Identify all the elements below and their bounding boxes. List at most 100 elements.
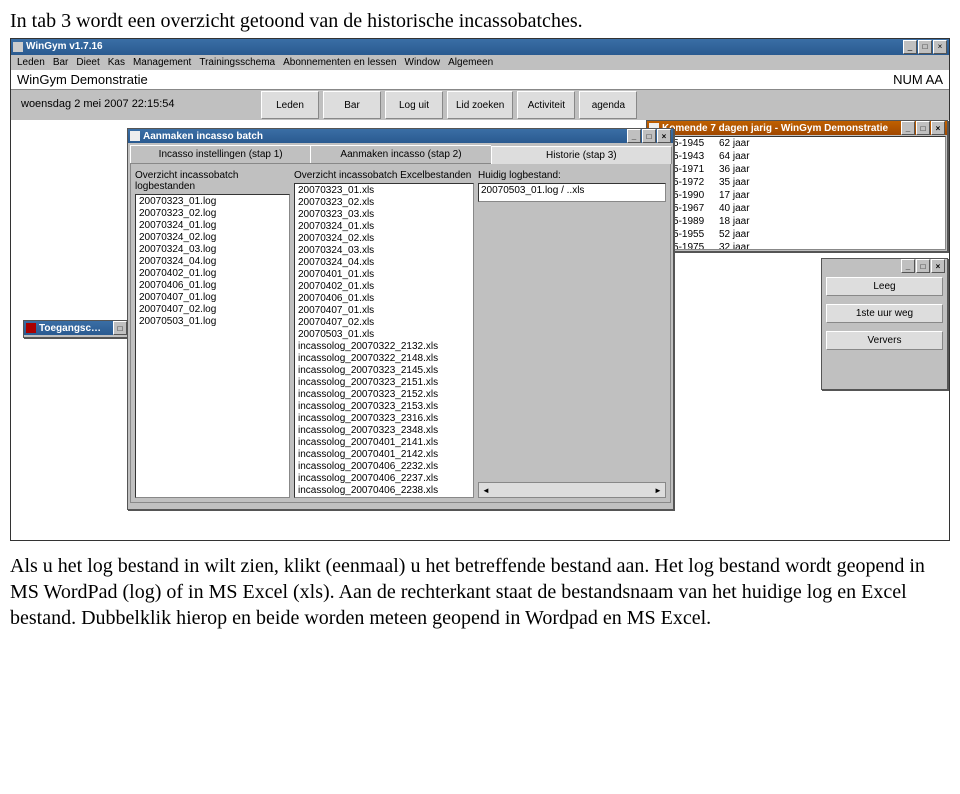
menu-dieet[interactable]: Dieet xyxy=(76,57,99,68)
birthday-row[interactable]: 04-05-199017 jaar xyxy=(649,189,945,202)
xls-file-item[interactable]: incassolog_20070322_2132.xls xyxy=(296,341,472,353)
incasso-max-button[interactable]: □ xyxy=(642,129,656,143)
xls-file-item[interactable]: incassolog_20070323_2348.xls xyxy=(296,425,472,437)
screenshot-container: WinGym v1.7.16 _ □ × Leden Bar Dieet Kas… xyxy=(10,38,950,541)
birthday-row[interactable]: 07-05-195552 jaar xyxy=(649,228,945,241)
xls-file-item[interactable]: 20070406_01.xls xyxy=(296,293,472,305)
menu-abonnementen[interactable]: Abonnementen en lessen xyxy=(283,57,396,68)
xls-file-item[interactable]: incassolog_20070323_2316.xls xyxy=(296,413,472,425)
xls-file-item[interactable]: incassolog_20070323_2153.xls xyxy=(296,401,472,413)
xls-file-item[interactable]: incassolog_20070323_2145.xls xyxy=(296,365,472,377)
toolbar-lidzoeken-button[interactable]: Lid zoeken xyxy=(447,91,513,119)
app-title: WinGym v1.7.16 xyxy=(26,40,903,54)
birthday-row[interactable]: 05-05-198918 jaar xyxy=(649,215,945,228)
birthdays-close-button[interactable]: × xyxy=(931,121,945,135)
log-files-listbox[interactable]: 20070323_01.log20070323_02.log20070324_0… xyxy=(135,194,290,498)
incasso-close-button[interactable]: × xyxy=(657,129,671,143)
xls-file-item[interactable]: 20070407_02.xls xyxy=(296,317,472,329)
side-panel-min-button[interactable]: _ xyxy=(901,259,915,273)
xls-file-item[interactable]: 20070324_02.xls xyxy=(296,233,472,245)
birthday-row[interactable]: 03-05-197136 jaar xyxy=(649,163,945,176)
birthdays-max-button[interactable]: □ xyxy=(916,121,930,135)
log-file-item[interactable]: 20070324_03.log xyxy=(137,244,288,256)
birthday-row[interactable]: 04-05-197235 jaar xyxy=(649,176,945,189)
xls-file-item[interactable]: incassolog_20070322_2148.xls xyxy=(296,353,472,365)
xls-file-item[interactable]: incassolog_20070406_2232.xls xyxy=(296,461,472,473)
birthday-row[interactable]: 07-05-197532 jaar xyxy=(649,241,945,250)
close-button[interactable]: × xyxy=(933,40,947,54)
incasso-min-button[interactable]: _ xyxy=(627,129,641,143)
current-log-textbox[interactable]: 20070503_01.log / ..xls xyxy=(478,183,666,202)
log-file-item[interactable]: 20070324_04.log xyxy=(137,256,288,268)
maximize-button[interactable]: □ xyxy=(918,40,932,54)
minimize-button[interactable]: _ xyxy=(903,40,917,54)
log-file-item[interactable]: 20070323_01.log xyxy=(137,196,288,208)
side-panel-title-bar[interactable]: _ □ × xyxy=(822,259,947,273)
xls-file-item[interactable]: 20070324_04.xls xyxy=(296,257,472,269)
log-file-item[interactable]: 20070407_02.log xyxy=(137,304,288,316)
birthdays-list[interactable]: 02-05-194562 jaar02-05-194364 jaar03-05-… xyxy=(648,136,946,250)
tab-stap2[interactable]: Aanmaken incasso (stap 2) xyxy=(310,145,491,163)
birthdays-min-button[interactable]: _ xyxy=(901,121,915,135)
menu-algemeen[interactable]: Algemeen xyxy=(448,57,493,68)
menu-management[interactable]: Management xyxy=(133,57,191,68)
birthday-row[interactable]: 05-05-196740 jaar xyxy=(649,202,945,215)
tab3-content: Overzicht incassobatch logbestanden 2007… xyxy=(130,164,671,503)
side-panel-max-button[interactable]: □ xyxy=(916,259,930,273)
xls-file-item[interactable]: 20070323_02.xls xyxy=(296,197,472,209)
log-file-item[interactable]: 20070324_01.log xyxy=(137,220,288,232)
ververs-button[interactable]: Ververs xyxy=(826,331,943,350)
log-file-item[interactable]: 20070406_01.log xyxy=(137,280,288,292)
xls-file-item[interactable]: incassolog_20070401_2142.xls xyxy=(296,449,472,461)
toolbar-leden-button[interactable]: Leden xyxy=(261,91,319,119)
tab-stap1[interactable]: Incasso instellingen (stap 1) xyxy=(130,145,311,163)
xls-file-item[interactable]: 20070402_01.xls xyxy=(296,281,472,293)
hscrollbar[interactable]: ◄ ► xyxy=(478,482,666,498)
birthday-age: 52 jaar xyxy=(719,228,750,241)
menu-leden[interactable]: Leden xyxy=(17,57,45,68)
xls-files-listbox[interactable]: 20070323_01.xls20070323_02.xls20070323_0… xyxy=(294,183,474,498)
xls-file-item[interactable]: incassolog_20070323_2151.xls xyxy=(296,377,472,389)
birthday-age: 35 jaar xyxy=(719,176,750,189)
xls-file-item[interactable]: 20070401_01.xls xyxy=(296,269,472,281)
toolbar-activiteit-button[interactable]: Activiteit xyxy=(517,91,575,119)
xls-file-item[interactable]: incassolog_20070406_2237.xls xyxy=(296,473,472,485)
log-file-item[interactable]: 20070402_01.log xyxy=(137,268,288,280)
tab-stap3[interactable]: Historie (stap 3) xyxy=(491,146,672,164)
log-file-item[interactable]: 20070407_01.log xyxy=(137,292,288,304)
menu-window[interactable]: Window xyxy=(405,57,441,68)
side-panel-close-button[interactable]: × xyxy=(931,259,945,273)
incasso-title-bar[interactable]: Aanmaken incasso batch _ □ × xyxy=(128,129,673,143)
app-icon xyxy=(13,42,23,52)
xls-file-item[interactable]: incassolog_20070323_2152.xls xyxy=(296,389,472,401)
birthday-row[interactable]: 02-05-194562 jaar xyxy=(649,137,945,150)
uurweg-button[interactable]: 1ste uur weg xyxy=(826,304,943,323)
menu-trainingsschema[interactable]: Trainingsschema xyxy=(199,57,275,68)
xls-file-item[interactable]: incassolog_20070406_2238.xls xyxy=(296,485,472,497)
toegangs-title-bar[interactable]: Toegangsc… □ × xyxy=(24,321,144,335)
incasso-body: Incasso instellingen (stap 1) Aanmaken i… xyxy=(128,143,673,505)
log-file-item[interactable]: 20070323_02.log xyxy=(137,208,288,220)
menu-kas[interactable]: Kas xyxy=(108,57,125,68)
log-file-item[interactable]: 20070324_02.log xyxy=(137,232,288,244)
xls-file-item[interactable]: 20070407_01.xls xyxy=(296,305,472,317)
xls-file-item[interactable]: 20070324_01.xls xyxy=(296,221,472,233)
scroll-left-button[interactable]: ◄ xyxy=(479,486,493,495)
leeg-button[interactable]: Leeg xyxy=(826,277,943,296)
scroll-right-button[interactable]: ► xyxy=(651,486,665,495)
xls-file-item[interactable]: incassolog_20070401_2141.xls xyxy=(296,437,472,449)
xls-file-item[interactable]: 20070323_01.xls xyxy=(296,185,472,197)
menu-bar-item[interactable]: Bar xyxy=(53,57,69,68)
log-file-item[interactable]: 20070503_01.log xyxy=(137,316,288,328)
xls-file-item[interactable]: 20070324_03.xls xyxy=(296,245,472,257)
xls-file-item[interactable]: incassolog_20070406_2247.xls xyxy=(296,497,472,498)
birthdays-title-bar[interactable]: Komende 7 dagen jarig - WinGym Demonstra… xyxy=(647,121,947,135)
xls-file-item[interactable]: 20070503_01.xls xyxy=(296,329,472,341)
toolbar-loguit-button[interactable]: Log uit xyxy=(385,91,443,119)
toegangs-restore-button[interactable]: □ xyxy=(113,321,127,335)
toolbar-bar-button[interactable]: Bar xyxy=(323,91,381,119)
xls-file-item[interactable]: 20070323_03.xls xyxy=(296,209,472,221)
birthday-row[interactable]: 02-05-194364 jaar xyxy=(649,150,945,163)
toolbar-agenda-button[interactable]: agenda xyxy=(579,91,637,119)
doc-intro-text: In tab 3 wordt een overzicht getoond van… xyxy=(10,8,950,34)
